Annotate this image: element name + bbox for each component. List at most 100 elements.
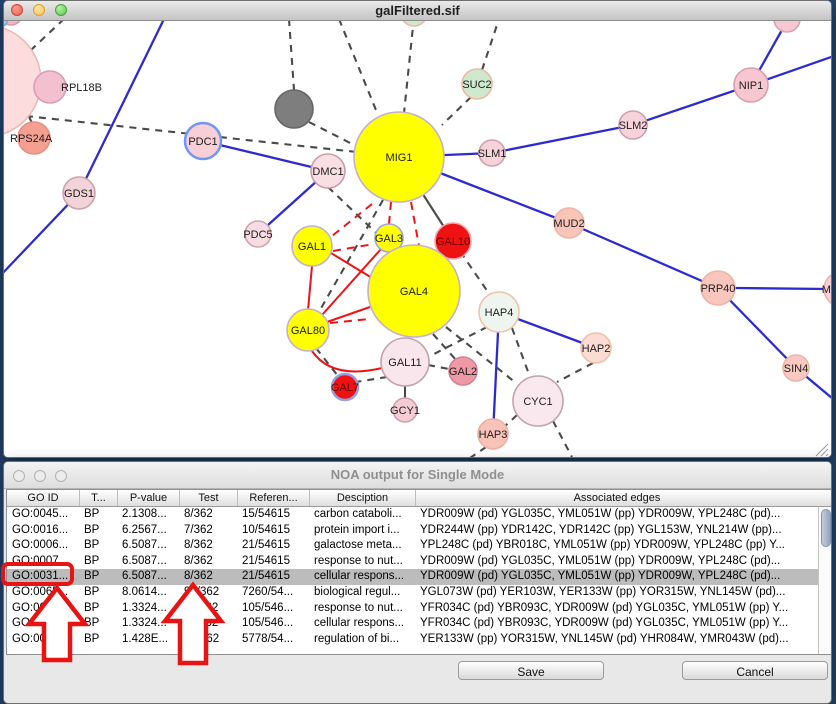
node-label: GAL2 [449,366,477,378]
cancel-button[interactable]: Cancel [682,661,828,680]
table-cell: carbon cataboli... [309,507,415,523]
graph-edge [470,447,486,458]
graph-edge [308,266,312,310]
table-cell: 11/362 [179,601,237,617]
table-cell: BP [79,632,117,648]
save-button[interactable]: Save [458,661,604,680]
table-cell: 6.5087... [117,569,179,585]
table-cell: protein import i... [309,523,415,539]
node-label: GAL3 [375,233,403,245]
graph-edge [316,348,338,376]
graph-edge [411,202,419,246]
scrollbar-thumb[interactable] [821,509,831,547]
table-row[interactable]: GO:0031...BP1.3324...11/362105/546...res… [7,601,818,617]
table-row[interactable]: GO:0007...BP6.5087...8/36221/54615respon… [7,554,818,570]
node-label: GAL4 [400,286,428,298]
graph-edge [492,125,633,153]
table-cell: response to nut... [309,601,415,617]
node-label: SLM1 [478,148,507,160]
table-cell: 7/362 [179,523,237,539]
table-cell: 6.5087... [117,538,179,554]
column-header-desciption[interactable]: Desciption [309,490,415,506]
node-unlabeled[interactable] [275,90,313,128]
table-cell: GO:0007... [7,554,79,570]
table-row[interactable]: GO:0016...BP6.2567...7/36210/54615protei… [7,523,818,539]
graph-edge [442,97,471,125]
column-header-test[interactable]: Test [179,490,237,506]
table-cell: YER133W (pp) YOR315W, YNL145W (pd) YHR08… [415,632,818,648]
table-cell: 80/362 [179,632,237,648]
node-label: GAL7 [331,382,359,394]
graph-edge [309,122,358,147]
table-cell: biological regul... [309,585,415,601]
noa-window-title: NOA output for Single Mode [4,467,831,482]
table-cell: 7260/54... [237,585,309,601]
graph-edge [312,351,382,372]
table-cell: 105/546... [237,601,309,617]
table-cell: 15/54615 [237,507,309,523]
graph-edge [356,377,387,382]
resize-grip-icon[interactable] [815,443,829,457]
node-label: HAP4 [485,307,514,319]
table-cell: cellular respons... [309,616,415,632]
table-cell: YDR009W (pd) YGL035C, YML051W (pp) YDR00… [415,554,818,570]
table-cell: BP [79,507,117,523]
graph-edge [339,20,378,115]
desktop: RPL18BRPS24AGDS1PDC1PDC5DMC1MIG1SLM1SUC2… [0,0,836,704]
node-label: PRP40 [701,283,736,295]
table-cell: GO:0031... [7,601,79,617]
node-label: SIN4 [784,363,808,375]
table-row[interactable]: GO:0006...BP6.5087...8/36221/54615galact… [7,538,818,554]
table-cell: 1.428E... [117,632,179,648]
column-header-p-value[interactable]: P-value [117,490,179,506]
table-cell: 8/362 [179,554,237,570]
network-graph: RPL18BRPS24AGDS1PDC1PDC5DMC1MIG1SLM1SUC2… [4,20,831,458]
table-cell: YDR244W (pp) YDR142C, YDR142C (pp) YGL15… [415,523,818,539]
node-label: MIG1 [386,152,413,164]
column-header-t[interactable]: T... [79,490,117,506]
table-row[interactable]: GO:0031...BP1.3324...11/362105/546...cel… [7,616,818,632]
vertical-scrollbar[interactable] [818,507,832,654]
table-row[interactable]: GO:0031...BP6.5087...8/36221/54615cellul… [7,569,818,585]
node-label: GAL1 [298,241,326,253]
table-row[interactable]: GO:0065...BP8.0614...94/3627260/54...bio… [7,585,818,601]
noa-window: NOA output for Single Mode GO IDT...P-va… [3,461,832,704]
table-header-row: GO IDT...P-valueTestReferen...Desciption… [7,490,832,507]
network-canvas[interactable]: RPL18BRPS24AGDS1PDC1PDC5DMC1MIG1SLM1SUC2… [4,20,831,458]
node-label: GAL11 [388,357,421,369]
node-unlabeled[interactable] [774,20,800,32]
table-cell: 8/362 [179,569,237,585]
table-cell: response to nut... [309,554,415,570]
table-cell: cellular respons... [309,569,415,585]
graph-edge [203,141,328,171]
table-cell: BP [79,585,117,601]
table-cell: BP [79,554,117,570]
graph-edge [735,288,827,289]
table-cell: BP [79,523,117,539]
graph-edge [569,223,718,288]
graph-edge [404,20,414,113]
table-cell: BP [79,616,117,632]
table-cell: 1.3324... [117,601,179,617]
network-window-title: galFiltered.sif [4,3,831,18]
table-cell: YPL248C (pd) YBR018C, YML051W (pp) YDR00… [415,538,818,554]
graph-edge [553,421,572,457]
table-cell: galactose meta... [309,538,415,554]
noa-window-titlebar[interactable]: NOA output for Single Mode [4,462,831,489]
graph-edge [482,20,499,70]
table-row[interactable]: GO:0045...BP2.1308...8/36215/54615carbon… [7,507,818,523]
table-cell: BP [79,569,117,585]
table-cell: 21/54615 [237,554,309,570]
table-cell: 2.1308... [117,507,179,523]
network-window-titlebar[interactable]: galFiltered.sif [4,1,831,21]
table-cell: GO:0006... [7,538,79,554]
node-label: MUD2 [553,218,584,230]
graph-edge [4,193,79,277]
table-cell: 6.5087... [117,554,179,570]
table-body: GO:0045...BP2.1308...8/36215/54615carbon… [7,507,818,654]
column-header-referen[interactable]: Referen... [237,490,309,506]
table-row[interactable]: GO:0050...BP1.428E...80/3625778/54...reg… [7,632,818,648]
table-cell: GO:0045... [7,507,79,523]
column-header-associated-edges[interactable]: Associated edges [415,490,818,506]
column-header-go-id[interactable]: GO ID [7,490,79,506]
